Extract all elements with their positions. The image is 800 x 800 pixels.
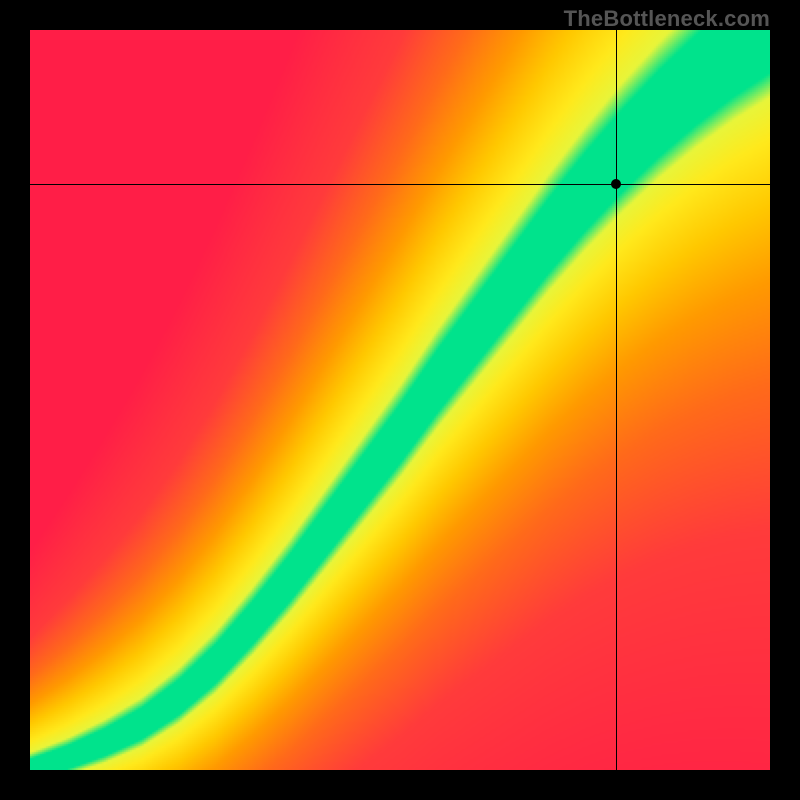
crosshair-vertical bbox=[616, 30, 617, 770]
heatmap-canvas bbox=[30, 30, 770, 770]
watermark-text: TheBottleneck.com bbox=[564, 6, 770, 32]
heatmap-plot bbox=[30, 30, 770, 770]
crosshair-horizontal bbox=[30, 184, 770, 185]
crosshair-marker bbox=[611, 179, 621, 189]
